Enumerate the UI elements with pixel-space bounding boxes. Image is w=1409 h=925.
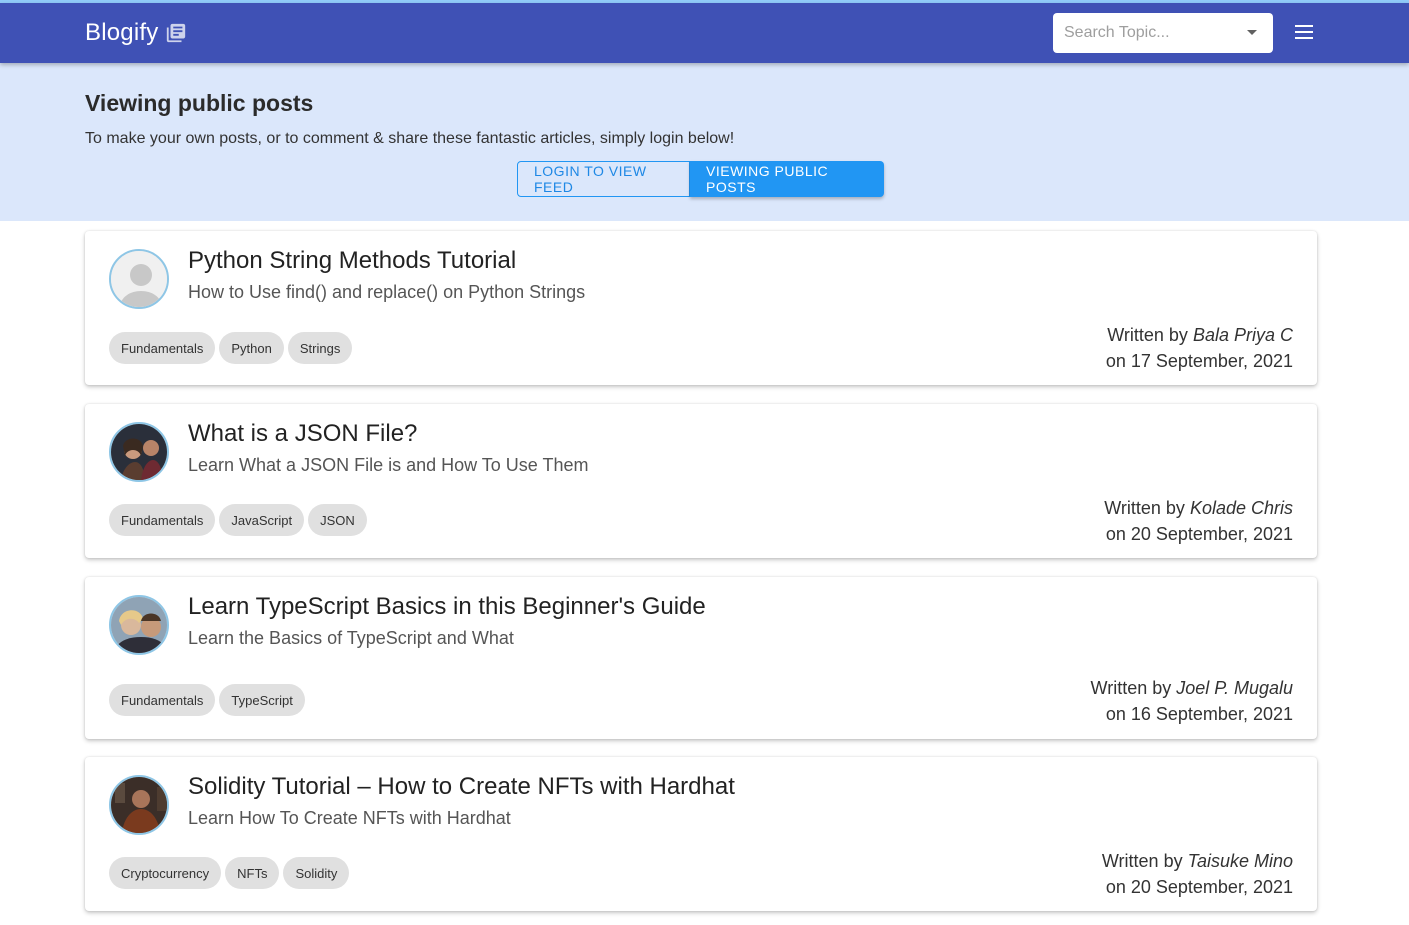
post-subtitle: Learn How To Create NFTs with Hardhat xyxy=(188,808,511,828)
tag-chip[interactable]: Python xyxy=(219,332,284,364)
post-title[interactable]: Python String Methods Tutorial xyxy=(188,247,516,275)
tag-chip[interactable]: Fundamentals xyxy=(109,684,216,716)
post-byline: Written by Taisuke Mino on 20 September,… xyxy=(1102,848,1293,900)
author-name: Joel P. Mugalu xyxy=(1176,678,1293,698)
post-card[interactable]: Python String Methods Tutorial How to Us… xyxy=(85,231,1317,385)
dropdown-arrow-icon[interactable] xyxy=(1247,30,1257,35)
tag-chip[interactable]: JavaScript xyxy=(219,504,305,536)
tag-list: Fundamentals JavaScript JSON xyxy=(109,504,367,536)
search-placeholder: Search Topic... xyxy=(1064,24,1170,41)
post-date: on 20 September, 2021 xyxy=(1105,877,1293,897)
tag-chip[interactable]: Cryptocurrency xyxy=(109,857,222,889)
post-subtitle: Learn What a JSON File is and How To Use… xyxy=(188,455,589,475)
post-title[interactable]: Learn TypeScript Basics in this Beginner… xyxy=(188,593,706,621)
written-by-label: Written by xyxy=(1090,678,1172,698)
post-card[interactable]: What is a JSON File? Learn What a JSON F… xyxy=(85,404,1317,558)
hero-description: To make your own posts, or to comment & … xyxy=(85,130,735,147)
tag-chip[interactable]: Solidity xyxy=(283,857,350,889)
post-byline: Written by Joel P. Mugalu on 16 Septembe… xyxy=(1091,675,1293,727)
brand[interactable]: Blogify xyxy=(85,19,187,47)
post-title[interactable]: Solidity Tutorial – How to Create NFTs w… xyxy=(188,773,735,801)
library-books-icon xyxy=(165,22,187,44)
login-to-view-feed-button[interactable]: LOGIN TO VIEW FEED xyxy=(517,161,690,197)
view-toggle: LOGIN TO VIEW FEED VIEWING PUBLIC POSTS xyxy=(517,161,884,197)
tag-chip[interactable]: Fundamentals xyxy=(109,504,216,536)
written-by-label: Written by xyxy=(1104,498,1185,518)
avatar xyxy=(109,595,169,655)
menu-icon[interactable] xyxy=(1290,21,1318,45)
tag-list: Fundamentals Python Strings xyxy=(109,332,353,364)
post-subtitle: How to Use find() and replace() on Pytho… xyxy=(188,282,586,302)
tag-chip[interactable]: NFTs xyxy=(225,857,280,889)
avatar xyxy=(109,422,169,482)
post-date: on 17 September, 2021 xyxy=(1105,351,1293,371)
post-byline: Written by Bala Priya C on 17 September,… xyxy=(1106,322,1293,374)
tag-chip[interactable]: TypeScript xyxy=(219,684,305,716)
avatar xyxy=(109,775,169,835)
tag-chip[interactable]: Strings xyxy=(287,332,353,364)
tag-chip[interactable]: Fundamentals xyxy=(109,332,216,364)
page-title: Viewing public posts xyxy=(85,90,314,116)
post-card[interactable]: Solidity Tutorial – How to Create NFTs w… xyxy=(85,757,1317,911)
app-bar: Blogify Search Topic... xyxy=(0,3,1409,63)
post-title[interactable]: What is a JSON File? xyxy=(188,420,417,448)
hero-banner: Viewing public posts To make your own po… xyxy=(0,63,1409,221)
tag-list: Fundamentals TypeScript xyxy=(109,684,305,716)
search-topic-select[interactable]: Search Topic... xyxy=(1053,13,1273,53)
app-title: Blogify xyxy=(85,19,159,46)
post-card[interactable]: Learn TypeScript Basics in this Beginner… xyxy=(85,577,1317,739)
author-name: Bala Priya C xyxy=(1192,325,1293,345)
post-subtitle: Learn the Basics of TypeScript and What xyxy=(188,628,514,648)
post-date: on 16 September, 2021 xyxy=(1105,704,1293,724)
written-by-label: Written by xyxy=(1101,851,1183,871)
avatar xyxy=(109,249,169,309)
author-name: Taisuke Mino xyxy=(1187,851,1293,871)
tag-chip[interactable]: JSON xyxy=(308,504,367,536)
author-name: Kolade Chris xyxy=(1189,498,1293,518)
tag-list: Cryptocurrency NFTs Solidity xyxy=(109,857,350,889)
post-byline: Written by Kolade Chris on 20 September,… xyxy=(1104,495,1293,547)
viewing-public-posts-button[interactable]: VIEWING PUBLIC POSTS xyxy=(690,161,884,197)
post-date: on 20 September, 2021 xyxy=(1105,524,1293,544)
written-by-label: Written by xyxy=(1107,325,1188,345)
